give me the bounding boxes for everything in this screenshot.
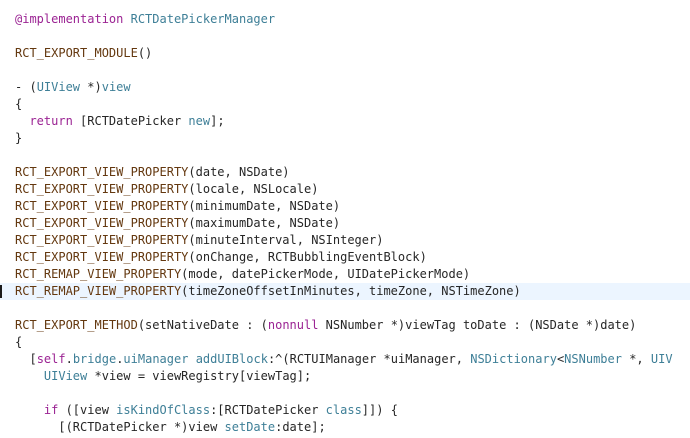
code-token: UIView <box>43 369 88 383</box>
code-token: NSNumber <box>564 352 622 366</box>
code-line[interactable]: RCT_REMAP_VIEW_PROPERTY(mode, datePicker… <box>0 266 690 283</box>
code-line[interactable] <box>0 385 690 402</box>
code-line[interactable]: - (UIView *)view <box>0 79 690 96</box>
code-token: RCTDatePickerManager <box>130 12 276 26</box>
code-token: ]]) { <box>361 403 398 417</box>
text-caret <box>0 285 2 298</box>
code-token: (locale, NSLocale) <box>188 182 319 196</box>
code-token: RCT_EXPORT_MODULE <box>15 46 138 60</box>
code-line[interactable]: RCT_EXPORT_VIEW_PROPERTY(maximumDate, NS… <box>0 215 690 232</box>
code-line[interactable]: RCT_EXPORT_METHOD(setNativeDate : (nonnu… <box>0 317 690 334</box>
code-line[interactable]: [self.bridge.uiManager addUIBlock:^(RCTU… <box>0 351 690 368</box>
code-line[interactable]: return [RCTDatePicker new]; <box>0 113 690 130</box>
code-line[interactable]: RCT_EXPORT_VIEW_PROPERTY(minimumDate, NS… <box>0 198 690 215</box>
code-token: class <box>325 403 362 417</box>
code-token: [RCTDatePicker <box>72 114 189 128</box>
code-token: self <box>36 352 66 366</box>
code-token: RCT_EXPORT_VIEW_PROPERTY <box>15 199 189 213</box>
code-token: addUIBlock <box>195 352 268 366</box>
code-token: . <box>65 352 73 366</box>
code-token: setDate <box>224 420 276 434</box>
code-line[interactable]: UIView *view = viewRegistry[viewTag]; <box>0 368 690 385</box>
code-token: UIView <box>36 80 81 94</box>
code-line[interactable]: @implementation RCTDatePickerManager <box>0 11 690 28</box>
code-token: (mode, datePickerMode, UIDatePickerMode) <box>181 267 471 281</box>
code-token: RCT_EXPORT_VIEW_PROPERTY <box>15 216 189 230</box>
code-line[interactable]: RCT_EXPORT_VIEW_PROPERTY(onChange, RCTBu… <box>0 249 690 266</box>
code-token: { <box>15 97 23 111</box>
code-token: isKindOfClass <box>116 403 211 417</box>
code-line[interactable]: { <box>0 334 690 351</box>
code-token: [(RCTDatePicker *)view <box>15 420 225 434</box>
code-line[interactable]: RCT_EXPORT_VIEW_PROPERTY(date, NSDate) <box>0 164 690 181</box>
code-token: :[RCTDatePicker <box>210 403 326 417</box>
code-token: ([view <box>58 403 117 417</box>
code-token: (date, NSDate) <box>188 165 290 179</box>
code-token: (timeZoneOffsetInMinutes, timeZone, NSTi… <box>181 284 521 298</box>
code-editor[interactable]: @implementation RCTDatePickerManager RCT_… <box>0 0 690 438</box>
code-token: [ <box>15 352 37 366</box>
code-token: () <box>137 46 153 60</box>
code-token: NSDictionary <box>470 352 557 366</box>
code-line[interactable] <box>0 62 690 79</box>
code-line[interactable]: [(RCTDatePicker *)view setDate:date]; <box>0 419 690 436</box>
code-token: ]; <box>210 114 225 128</box>
code-token: :date]; <box>275 420 326 434</box>
code-token: *, <box>621 352 651 366</box>
code-token: if <box>43 403 59 417</box>
code-token: RCT_EXPORT_VIEW_PROPERTY <box>15 165 189 179</box>
code-line[interactable] <box>0 28 690 45</box>
code-line[interactable]: if ([view isKindOfClass:[RCTDatePicker c… <box>0 402 690 419</box>
code-line[interactable] <box>0 300 690 317</box>
code-token: new <box>188 114 211 128</box>
code-token: uiManager <box>123 352 189 366</box>
code-token: (setNativeDate : ( <box>137 318 268 332</box>
code-token: :^(RCTUIManager *uiManager, <box>267 352 471 366</box>
code-line[interactable]: RCT_EXPORT_VIEW_PROPERTY(minuteInterval,… <box>0 232 690 249</box>
code-token: @implementation <box>15 12 124 26</box>
code-token: RCT_EXPORT_METHOD <box>15 318 138 332</box>
code-token: } <box>15 131 23 145</box>
code-token: (minuteInterval, NSInteger) <box>188 233 384 247</box>
code-token: - ( <box>15 80 37 94</box>
code-token: RCT_REMAP_VIEW_PROPERTY <box>15 284 182 298</box>
code-token: nonnull <box>267 318 319 332</box>
code-token: *view = viewRegistry[viewTag]; <box>87 369 312 383</box>
code-token: (minimumDate, NSDate) <box>188 199 341 213</box>
code-line[interactable]: } <box>0 130 690 147</box>
code-line[interactable]: RCT_EXPORT_MODULE() <box>0 45 690 62</box>
code-token: { <box>15 335 23 349</box>
code-line[interactable]: { <box>0 96 690 113</box>
code-token: NSNumber *)viewTag toDate : (NSDate *)da… <box>318 318 637 332</box>
code-token: return <box>29 114 73 128</box>
code-token: RCT_EXPORT_VIEW_PROPERTY <box>15 233 189 247</box>
code-line[interactable] <box>0 147 690 164</box>
code-token: RCT_EXPORT_VIEW_PROPERTY <box>15 182 189 196</box>
code-token: view <box>101 80 131 94</box>
code-token: UIV <box>650 352 673 366</box>
code-token: (maximumDate, NSDate) <box>188 216 341 230</box>
code-token: bridge <box>72 352 117 366</box>
code-token: RCT_EXPORT_VIEW_PROPERTY <box>15 250 189 264</box>
code-line[interactable]: RCT_EXPORT_VIEW_PROPERTY(locale, NSLocal… <box>0 181 690 198</box>
code-line[interactable]: RCT_REMAP_VIEW_PROPERTY(timeZoneOffsetIn… <box>0 283 690 300</box>
code-token: (onChange, RCTBubblingEventBlock) <box>188 250 427 264</box>
code-token: *) <box>80 80 102 94</box>
code-token: RCT_REMAP_VIEW_PROPERTY <box>15 267 182 281</box>
